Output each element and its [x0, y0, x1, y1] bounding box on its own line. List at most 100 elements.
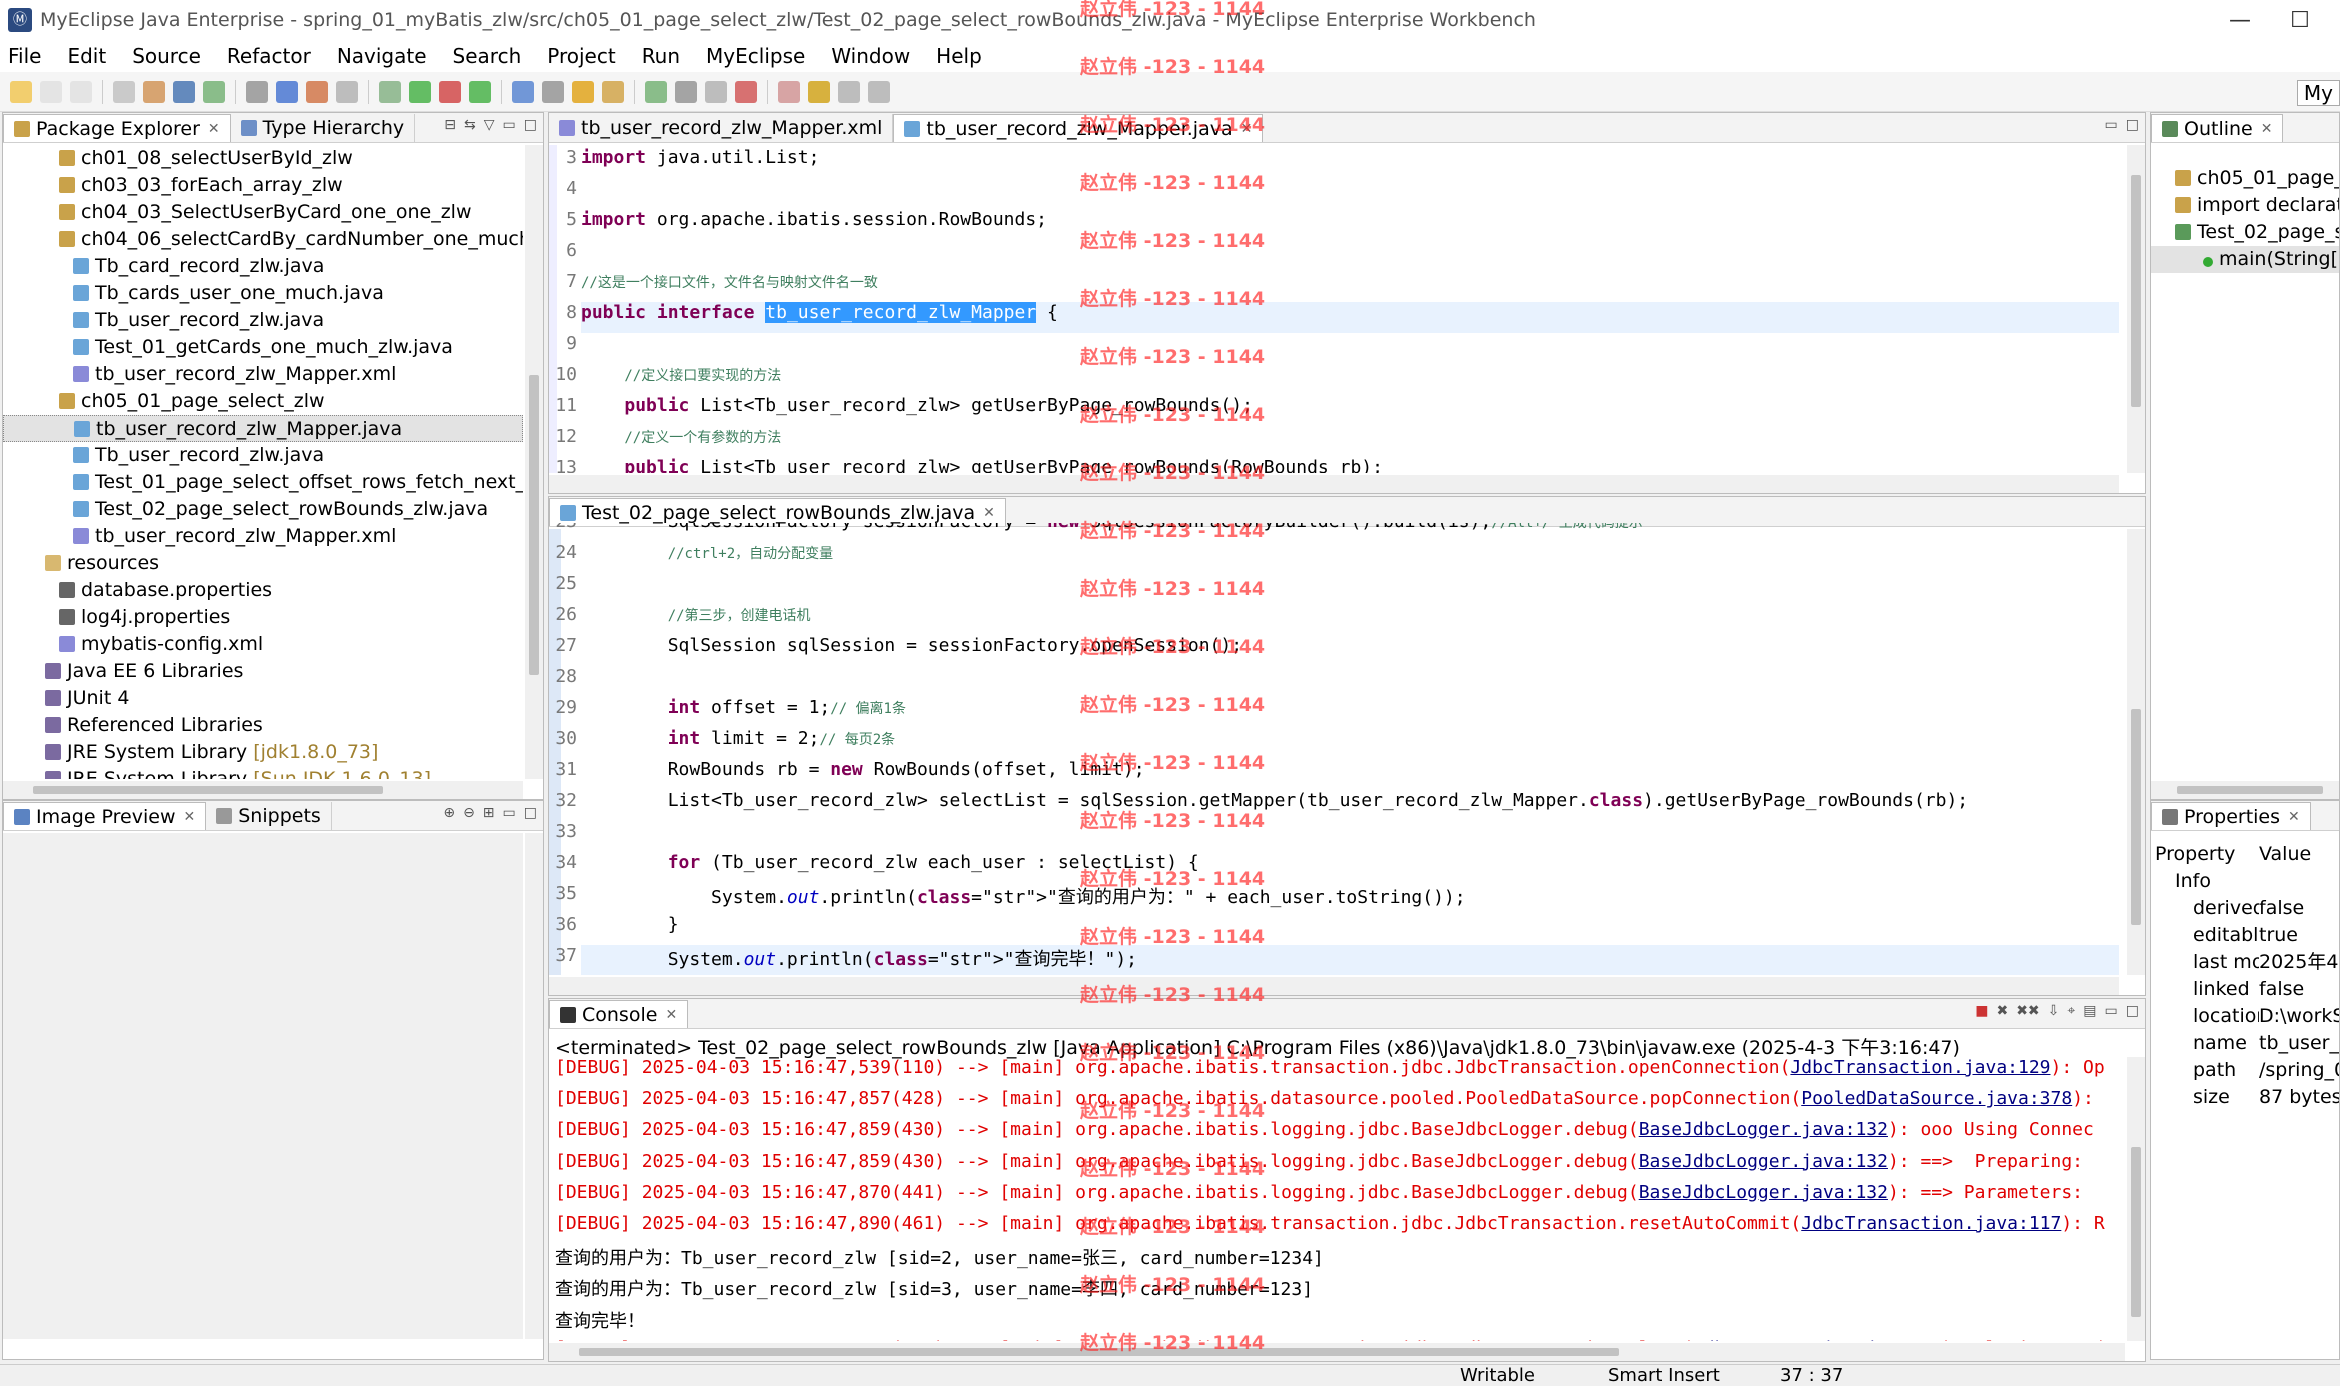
code-line[interactable]: import org.apache.ibatis.session.RowBoun… [581, 209, 1047, 230]
link-editor-icon[interactable]: ⇆ [464, 117, 476, 133]
code-line[interactable]: public List<Tb_user_record_zlw> getUserB… [581, 395, 1253, 416]
console-source-link[interactable]: BaseJdbcLogger.java:132 [1639, 1182, 1888, 1203]
horizontal-scrollbar[interactable] [3, 781, 523, 799]
tab-mapper-xml[interactable]: tb_user_record_zlw_Mapper.xml [549, 114, 894, 142]
code-line[interactable]: //ctrl+2，自动分配变量 [581, 542, 833, 563]
console-source-link[interactable]: PooledDataSource.java:378 [1801, 1088, 2072, 1109]
menu-project[interactable]: Project [547, 44, 615, 68]
tab-type-hierarchy[interactable]: Type Hierarchy [231, 114, 416, 142]
outline-item[interactable]: Test_02_page_s [2151, 219, 2339, 246]
tab-image-preview[interactable]: Image Preview ✕ [3, 802, 207, 830]
close-icon[interactable]: ✕ [665, 1007, 677, 1023]
property-row[interactable]: editabletrue [2155, 922, 2339, 949]
code-line[interactable]: public List<Tb_user_record_zlw> getUserB… [581, 457, 1383, 473]
tree-item[interactable]: mybatis-config.xml [3, 631, 523, 658]
horizontal-scrollbar[interactable] [549, 977, 2119, 995]
minimize-icon[interactable]: ▭ [2105, 117, 2118, 133]
tree-item[interactable]: Referenced Libraries [3, 712, 523, 739]
tree-item[interactable]: log4j.properties [3, 604, 523, 631]
toolbar-button-icon[interactable] [439, 80, 461, 103]
tree-item[interactable]: ch01_08_selectUserById_zlw [3, 145, 523, 172]
tree-item[interactable]: Tb_card_record_zlw.java [3, 253, 523, 280]
code-line[interactable]: int limit = 2;// 每页2条 [581, 728, 895, 749]
horizontal-scrollbar[interactable] [2151, 781, 2339, 799]
property-row[interactable]: size 87 bytes [2155, 1084, 2339, 1111]
tree-item[interactable]: ch03_03_forEach_array_zlw [3, 172, 523, 199]
tab-console[interactable]: Console ✕ [549, 1000, 689, 1028]
close-icon[interactable]: ✕ [983, 505, 995, 521]
code-line[interactable]: import java.util.List; [581, 147, 819, 168]
close-icon[interactable]: ✕ [208, 121, 220, 137]
vertical-scrollbar[interactable] [2127, 529, 2145, 975]
tree-item[interactable]: ch04_03_SelectUserByCard_one_one_zlw [3, 199, 523, 226]
console-source-link[interactable]: JdbcTransaction.java:129 [1790, 1057, 2050, 1078]
toolbar-button-icon[interactable] [868, 80, 890, 103]
property-row[interactable]: derived false [2155, 895, 2339, 922]
menu-myeclipse[interactable]: MyEclipse [706, 44, 805, 68]
toolbar-button-icon[interactable] [276, 80, 298, 103]
minimize-icon[interactable]: ▭ [2105, 1003, 2118, 1019]
console-source-link[interactable]: BaseJdbcLogger.java:132 [1639, 1151, 1888, 1172]
maximize-button[interactable]: ☐ [2270, 8, 2330, 33]
horizontal-scrollbar[interactable] [549, 475, 2119, 493]
tab-package-explorer[interactable]: Package Explorer ✕ [3, 114, 231, 142]
minimize-icon[interactable]: ▭ [503, 805, 516, 821]
toolbar-button-icon[interactable] [306, 80, 328, 103]
zoom-in-icon[interactable]: ⊕ [443, 805, 455, 821]
code-line[interactable]: List<Tb_user_record_zlw> selectList = sq… [581, 790, 1968, 811]
toolbar-button-icon[interactable] [70, 80, 92, 103]
property-row[interactable]: name tb_user_r [2155, 1030, 2339, 1057]
console-source-link[interactable]: JdbcTransaction.java:117 [1801, 1213, 2061, 1234]
view-menu-icon[interactable]: ▽ [484, 117, 495, 133]
remove-launch-icon[interactable]: ✖ [1996, 1003, 2008, 1019]
tab-outline[interactable]: Outline ✕ [2151, 114, 2284, 142]
maximize-icon[interactable]: □ [2126, 1003, 2139, 1019]
close-icon[interactable]: ✕ [1241, 121, 1253, 137]
toolbar-button-icon[interactable] [808, 80, 830, 103]
code-line[interactable]: RowBounds rb = new RowBounds(offset, lim… [581, 759, 1145, 780]
code-line[interactable]: //这是一个接口文件，文件名与映射文件名一致 [581, 271, 878, 292]
menu-run[interactable]: Run [642, 44, 680, 68]
toolbar-button-icon[interactable] [379, 80, 401, 103]
toolbar-button-icon[interactable] [409, 80, 431, 103]
code-line[interactable]: System.out.println(class="str">"查询的用户为："… [581, 883, 1466, 909]
remove-all-icon[interactable]: ✖✖ [2016, 1003, 2039, 1019]
toolbar-button-icon[interactable] [203, 80, 225, 103]
menu-navigate[interactable]: Navigate [337, 44, 427, 68]
maximize-icon[interactable]: □ [524, 805, 537, 821]
code-line[interactable]: //第三步，创建电话机 [581, 604, 811, 625]
tree-item[interactable]: tb_user_record_zlw_Mapper.xml [3, 361, 523, 388]
code-area[interactable]: 23 SqlSessionFactory sessionFactory = ne… [549, 523, 2119, 975]
toolbar-button-icon[interactable] [336, 80, 358, 103]
tree-item[interactable]: tb_user_record_zlw_Mapper.java [3, 415, 523, 442]
tree-item[interactable]: tb_user_record_zlw_Mapper.xml [3, 523, 523, 550]
tree-item[interactable]: Tb_cards_user_one_much.java [3, 280, 523, 307]
collapse-all-icon[interactable]: ⊟ [444, 117, 456, 133]
fit-icon[interactable]: ⊞ [483, 805, 495, 821]
menu-help[interactable]: Help [936, 44, 982, 68]
tree-item[interactable]: Java EE 6 Libraries [3, 658, 523, 685]
minimize-button[interactable]: — [2210, 8, 2270, 33]
code-line[interactable]: System.out.println(class="str">"查询完毕！"); [581, 945, 1137, 971]
toolbar-button-icon[interactable] [40, 80, 62, 103]
tree-item[interactable]: Tb_user_record_zlw.java [3, 307, 523, 334]
tree-item[interactable]: ch05_01_page_select_zlw [3, 388, 523, 415]
console-output[interactable]: [DEBUG] 2025-04-03 15:16:47,539(110) -->… [549, 1057, 2125, 1341]
code-line[interactable]: //定义一个有参数的方法 [581, 426, 781, 447]
toolbar-button-icon[interactable] [838, 80, 860, 103]
scroll-lock-icon[interactable]: ⇩ [2048, 1003, 2060, 1019]
outline-item[interactable]: import declarat [2151, 192, 2339, 219]
toolbar-button-icon[interactable] [675, 80, 697, 103]
menu-source[interactable]: Source [132, 44, 201, 68]
tree-item[interactable]: Test_02_page_select_rowBounds_zlw.java [3, 496, 523, 523]
terminate-icon[interactable]: ■ [1975, 1003, 1988, 1019]
code-line[interactable]: int offset = 1;// 偏离1条 [581, 697, 906, 718]
tree-item[interactable]: JUnit 4 [3, 685, 523, 712]
tab-mapper-java[interactable]: tb_user_record_zlw_Mapper.java ✕ [893, 114, 1264, 142]
toolbar-button-icon[interactable] [735, 80, 757, 103]
close-icon[interactable]: ✕ [2261, 121, 2273, 137]
close-icon[interactable]: ✕ [184, 809, 196, 825]
outline-item[interactable]: main(String[ [2151, 246, 2339, 273]
vertical-scrollbar[interactable] [2127, 145, 2145, 473]
property-row[interactable]: linked false [2155, 976, 2339, 1003]
